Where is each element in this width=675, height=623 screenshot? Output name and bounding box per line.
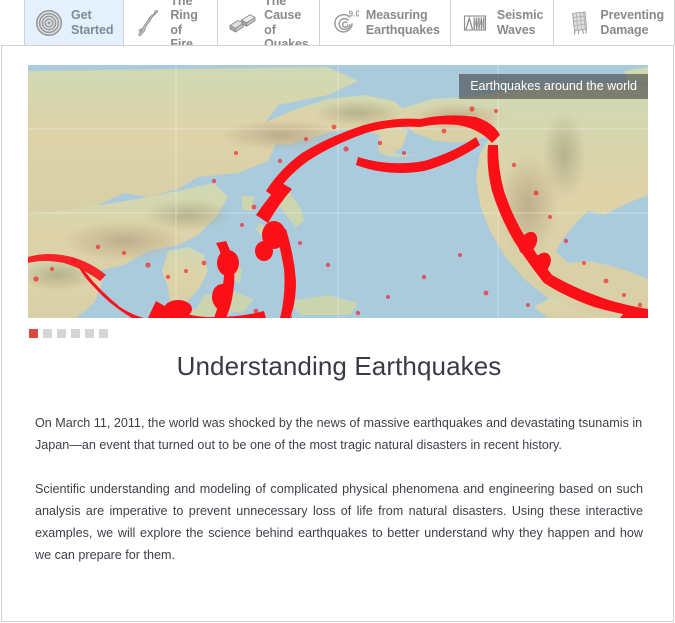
page-title: Understanding Earthquakes bbox=[176, 351, 502, 381]
tab-label-the-cause-of-quakes: The Cause of Quakes bbox=[264, 0, 309, 51]
pager-dot-6[interactable] bbox=[99, 329, 108, 338]
japan-map-icon bbox=[138, 9, 159, 36]
page-root: Get Started The Ring of Fire The Cause o… bbox=[0, 0, 675, 623]
tab-label-the-ring-of-fire: The Ring of Fire bbox=[170, 0, 198, 51]
tab-get-started[interactable]: Get Started bbox=[24, 0, 124, 45]
pager-dot-4[interactable] bbox=[71, 329, 80, 338]
article-paragraph-1: On March 11, 2011, the world was shocked… bbox=[35, 416, 643, 452]
tab-label-get-started: Get Started bbox=[71, 8, 114, 37]
tab-the-ring-of-fire[interactable]: The Ring of Fire bbox=[123, 0, 218, 51]
pager-dot-5[interactable] bbox=[85, 329, 94, 338]
tab-label-preventing-damage: Preventing Damage bbox=[600, 8, 664, 37]
pager-dot-2[interactable] bbox=[43, 329, 52, 338]
building-frame-icon bbox=[572, 11, 588, 35]
tab-seismic-waves[interactable]: Seismic Waves bbox=[449, 0, 554, 45]
concentric-rings-icon bbox=[35, 9, 63, 36]
tab-label-measuring-earthquakes: Measuring Earthquakes bbox=[365, 8, 440, 37]
pager-dot-1[interactable] bbox=[29, 329, 38, 338]
fault-block-icon bbox=[229, 13, 256, 32]
slider-pagination bbox=[29, 329, 108, 338]
pager-dot-3[interactable] bbox=[57, 329, 66, 338]
magnitude-value-text: 9.0 bbox=[348, 8, 359, 18]
image-slider[interactable]: Earthquakes around the world bbox=[28, 65, 648, 318]
article-paragraph-2: Scientific understanding and modeling of… bbox=[35, 482, 643, 562]
tab-label-seismic-waves: Seismic Waves bbox=[496, 8, 544, 37]
magnitude-spiral-icon: 9.0 bbox=[334, 8, 359, 33]
map-graphic bbox=[28, 65, 648, 318]
world-earthquake-map bbox=[28, 65, 648, 318]
content-panel: Earthquakes around the world Understandi… bbox=[1, 45, 674, 622]
tab-the-cause-of-quakes[interactable]: The Cause of Quakes bbox=[217, 0, 319, 51]
article-body: Understanding Earthquakes On March 11, 2… bbox=[35, 351, 643, 566]
tab-preventing-damage[interactable]: Preventing Damage bbox=[553, 0, 675, 45]
seismogram-icon bbox=[463, 14, 486, 31]
main-tab-bar: Get Started The Ring of Fire The Cause o… bbox=[24, 0, 675, 51]
tab-measuring-earthquakes[interactable]: 9.0 Measuring Earthquakes bbox=[318, 0, 450, 45]
slide-caption: Earthquakes around the world bbox=[459, 74, 648, 99]
